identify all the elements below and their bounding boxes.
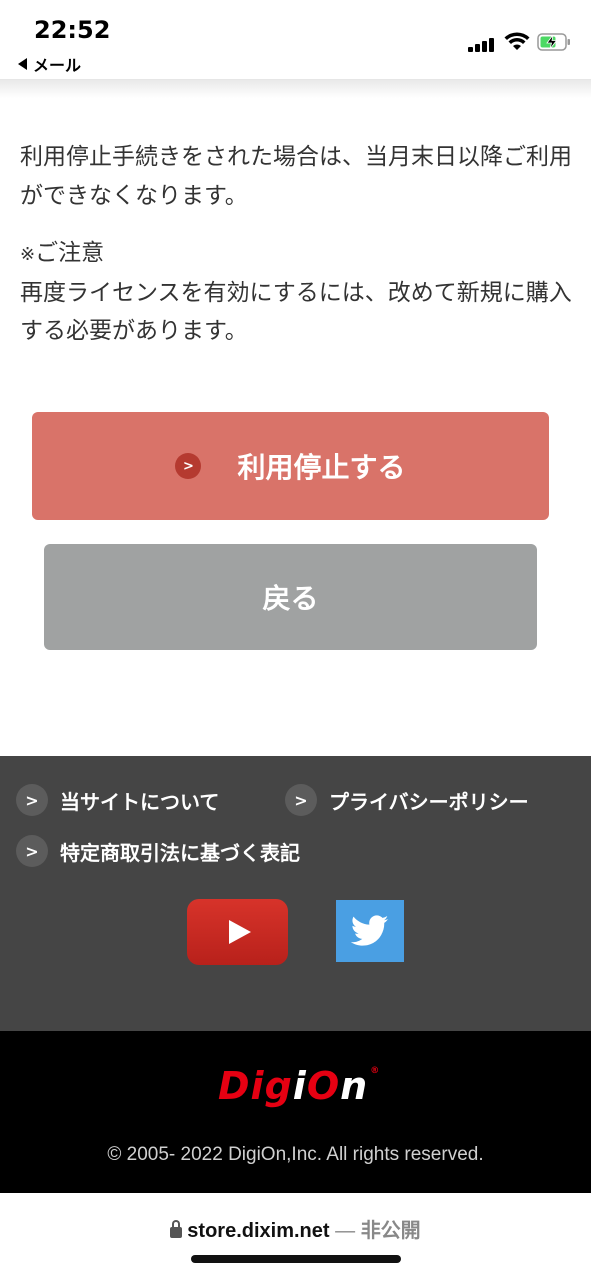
chevron-right-icon: > bbox=[16, 784, 48, 816]
stop-service-label: 利用停止する bbox=[237, 451, 406, 484]
twitter-icon[interactable] bbox=[336, 900, 404, 962]
footer-link-label: プライバシーポリシー bbox=[329, 789, 529, 814]
notice-body: 再度ライセンスを有効にするには、改めて新規に購入する必要があります。 bbox=[20, 280, 572, 344]
footer-link-privacy[interactable]: > プライバシーポリシー bbox=[285, 784, 529, 816]
brand-footer: DigiOn ® © 2005- 2022 DigiOn,Inc. All rig… bbox=[0, 1031, 591, 1193]
twitter-bird-icon bbox=[351, 915, 389, 946]
back-button-label: 戻る bbox=[262, 582, 319, 615]
notice-block: ※ご注意 再度ライセンスを有効にするには、改めて新規に購入する必要があります。 bbox=[20, 234, 575, 350]
wifi-icon bbox=[504, 32, 530, 50]
cancellation-message: 利用停止手続きをされた場合は、当月末日以降ご利用ができなくなります。 bbox=[20, 144, 572, 209]
footer-link-label: 特定商取引法に基づく表記 bbox=[60, 840, 300, 865]
chevron-right-icon: > bbox=[175, 453, 202, 479]
stop-service-button[interactable]: > 利用停止する bbox=[32, 412, 549, 520]
back-button[interactable]: 戻る bbox=[44, 544, 537, 650]
url-display[interactable]: store.dixim.net — 非公開 bbox=[0, 1214, 591, 1243]
footer-links: > 当サイトについて > プライバシーポリシー > 特定商取引法に基づく表記 bbox=[0, 756, 591, 1031]
youtube-icon[interactable] bbox=[187, 899, 288, 965]
notice-heading: ※ご注意 bbox=[20, 234, 575, 274]
browser-url-bar[interactable]: store.dixim.net — 非公開 bbox=[0, 1193, 591, 1280]
url-separator: — bbox=[335, 1220, 356, 1242]
notice-title: ご注意 bbox=[35, 240, 105, 266]
footer-link-about[interactable]: > 当サイトについて bbox=[16, 784, 219, 816]
status-time: 22:52 bbox=[34, 16, 111, 44]
digion-logo[interactable]: DigiOn ® bbox=[218, 1064, 379, 1108]
footer-link-label: 当サイトについて bbox=[60, 789, 220, 814]
notice-mark: ※ bbox=[20, 244, 36, 265]
header-shadow bbox=[0, 80, 591, 98]
signal-icon bbox=[468, 36, 496, 52]
back-to-app-link[interactable]: メール bbox=[18, 52, 81, 76]
battery-charging-icon bbox=[537, 33, 570, 51]
play-icon bbox=[228, 920, 251, 944]
back-arrow-icon bbox=[18, 58, 27, 70]
chevron-right-icon: > bbox=[16, 835, 48, 867]
privacy-status: 非公開 bbox=[360, 1220, 421, 1242]
url-domain: store.dixim.net bbox=[187, 1220, 330, 1242]
lock-icon bbox=[170, 1220, 183, 1238]
back-app-label: メール bbox=[33, 56, 82, 75]
home-indicator[interactable] bbox=[191, 1255, 401, 1263]
status-bar: 22:52 メール bbox=[0, 0, 591, 80]
chevron-right-icon: > bbox=[285, 784, 317, 816]
footer-link-commercial-law[interactable]: > 特定商取引法に基づく表記 bbox=[16, 835, 300, 867]
copyright-text: © 2005- 2022 DigiOn,Inc. All rights rese… bbox=[107, 1144, 484, 1165]
